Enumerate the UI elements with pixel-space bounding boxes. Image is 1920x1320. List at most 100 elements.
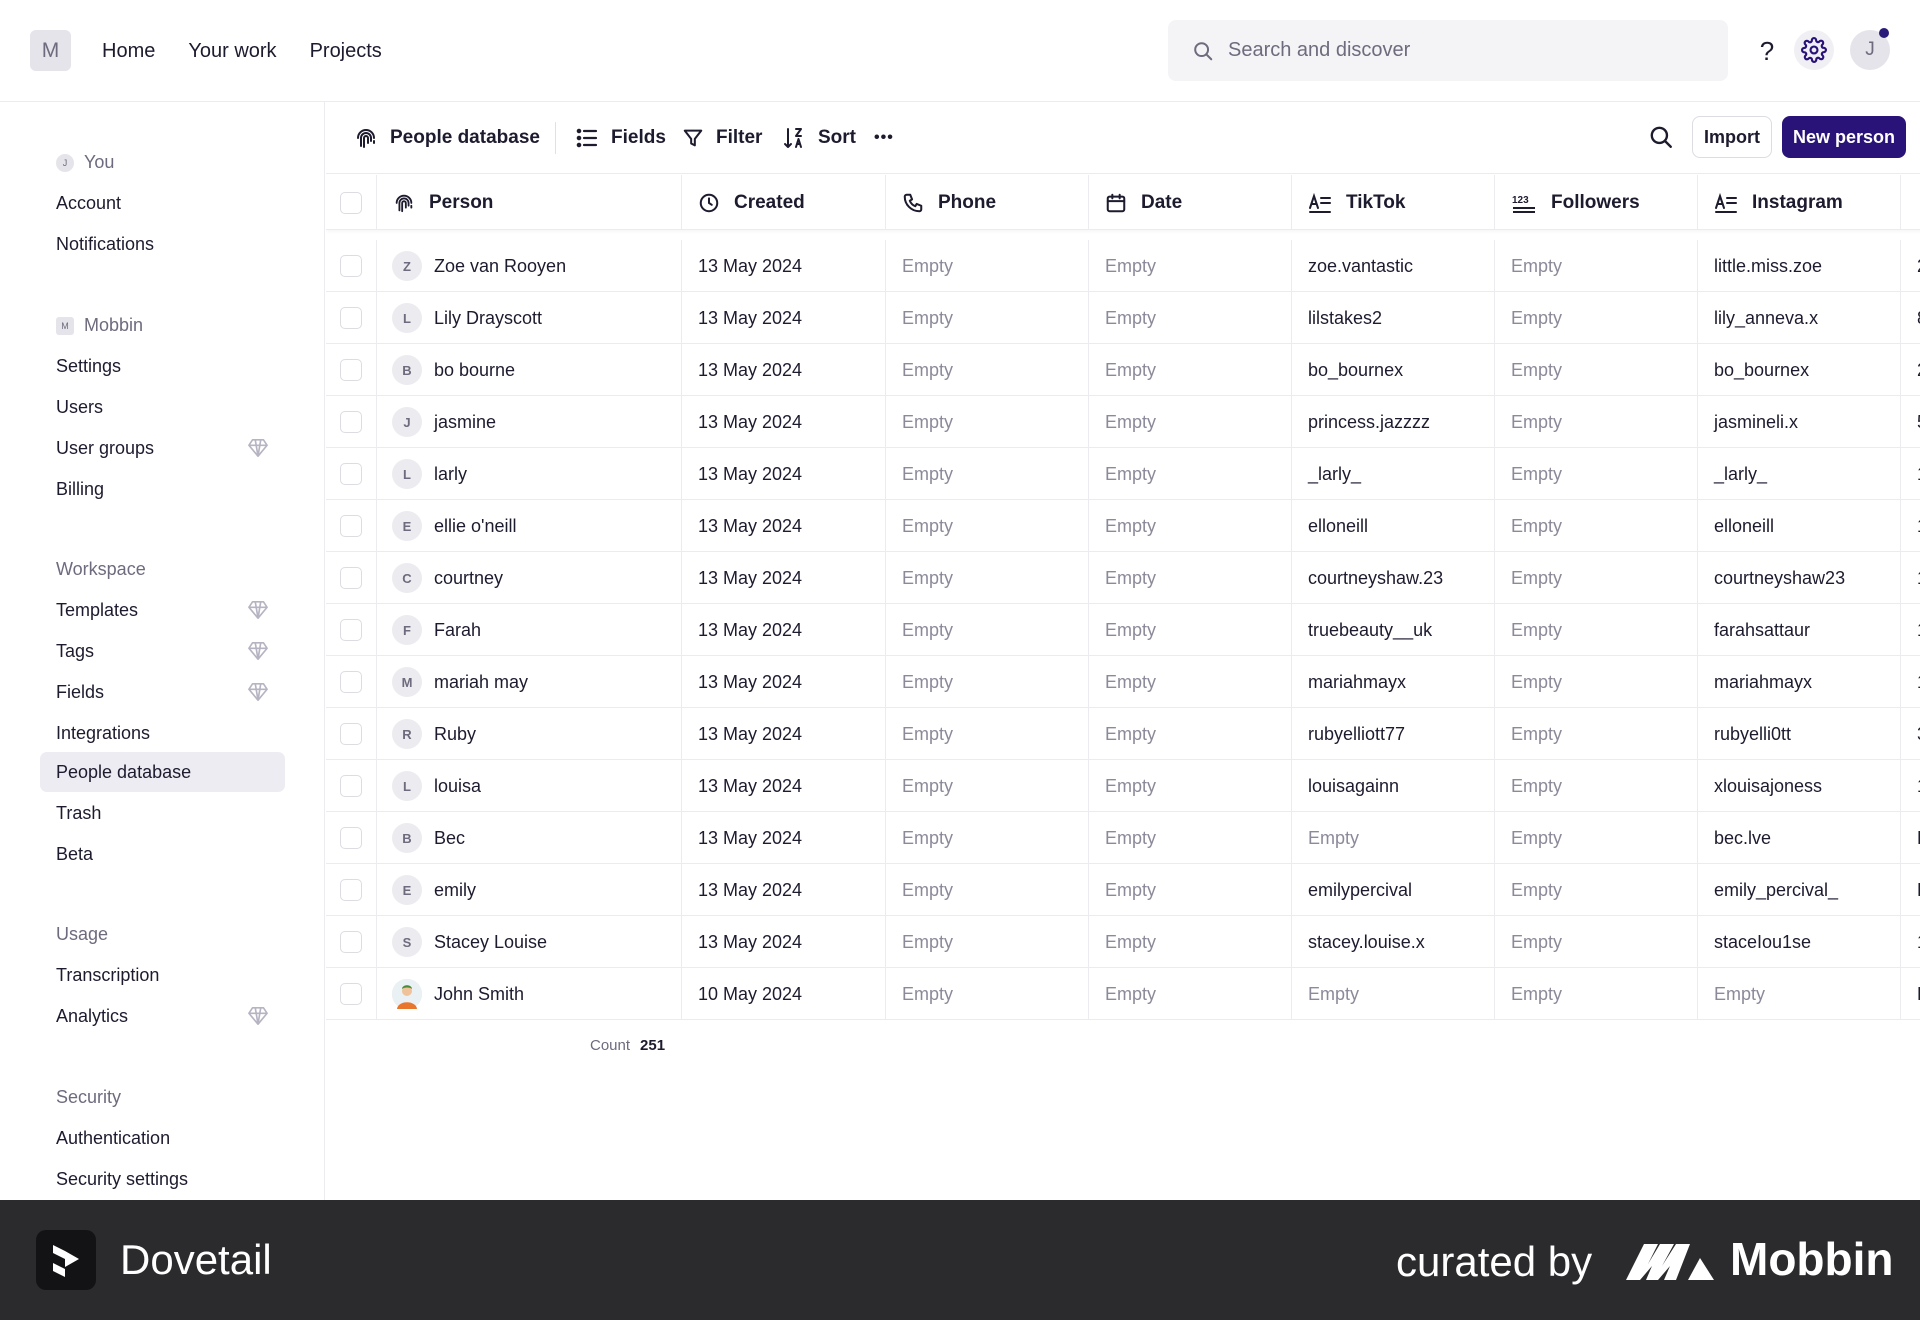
table-row[interactable]: F Farah 13 May 2024 Empty Empty truebeauty__u… xyxy=(326,604,1920,656)
table-row[interactable]: John Smith 10 May 2024 Empty Empty Empty Empt… xyxy=(326,968,1920,1020)
row-checkbox[interactable] xyxy=(340,359,362,381)
cell-person[interactable]: Ccourtney xyxy=(377,552,682,604)
cell-followers[interactable]: Empty xyxy=(1495,968,1698,1020)
cell-phone[interactable]: Empty xyxy=(886,604,1089,656)
row-checkbox[interactable] xyxy=(340,619,362,641)
row-select[interactable] xyxy=(326,812,377,864)
cell-date[interactable]: Empty xyxy=(1089,396,1292,448)
search-icon[interactable] xyxy=(1648,124,1674,150)
cell-date[interactable]: Empty xyxy=(1089,344,1292,396)
row-checkbox[interactable] xyxy=(340,411,362,433)
cell-instagram[interactable]: emily_percival_ xyxy=(1698,864,1901,916)
row-checkbox[interactable] xyxy=(340,255,362,277)
row-select[interactable] xyxy=(326,760,377,812)
table-row[interactable]: B Bec 13 May 2024 Empty Empty Empty Empty bec.l… xyxy=(326,812,1920,864)
cell-phone[interactable]: Empty xyxy=(886,552,1089,604)
cell-instagram[interactable]: little.miss.zoe xyxy=(1698,240,1901,292)
cell-created[interactable]: 13 May 2024 xyxy=(682,552,886,604)
sidebar-item-integrations[interactable]: Integrations xyxy=(40,713,285,753)
row-select[interactable] xyxy=(326,968,377,1020)
cell-overflow[interactable]: 8 xyxy=(1901,292,1920,344)
cell-created[interactable]: 13 May 2024 xyxy=(682,292,886,344)
sidebar-item-people-database[interactable]: People database xyxy=(40,752,285,792)
cell-created[interactable]: 13 May 2024 xyxy=(682,656,886,708)
cell-tiktok[interactable]: louisagainn xyxy=(1292,760,1495,812)
column-header-overflow[interactable] xyxy=(1901,175,1920,230)
cell-phone[interactable]: Empty xyxy=(886,708,1089,760)
row-select[interactable] xyxy=(326,864,377,916)
cell-overflow[interactable]: E xyxy=(1901,968,1920,1020)
settings-button[interactable] xyxy=(1794,30,1834,70)
row-checkbox[interactable] xyxy=(340,879,362,901)
column-header-created[interactable]: Created xyxy=(682,175,886,230)
row-select[interactable] xyxy=(326,292,377,344)
sidebar-item-authentication[interactable]: Authentication xyxy=(40,1118,285,1158)
row-select[interactable] xyxy=(326,500,377,552)
cell-date[interactable]: Empty xyxy=(1089,500,1292,552)
cell-created[interactable]: 10 May 2024 xyxy=(682,968,886,1020)
row-select[interactable] xyxy=(326,396,377,448)
table-row[interactable]: Eellie o'neill 13 May 2024 Empty Empty ellon… xyxy=(326,500,1920,552)
cell-instagram[interactable]: Empty xyxy=(1698,968,1901,1020)
cell-tiktok[interactable]: courtneyshaw.23 xyxy=(1292,552,1495,604)
cell-phone[interactable]: Empty xyxy=(886,396,1089,448)
cell-instagram[interactable]: _larly_ xyxy=(1698,448,1901,500)
cell-instagram[interactable]: mariahmayx xyxy=(1698,656,1901,708)
row-checkbox[interactable] xyxy=(340,515,362,537)
cell-followers[interactable]: Empty xyxy=(1495,396,1698,448)
new-person-button[interactable]: New person xyxy=(1782,116,1906,158)
cell-date[interactable]: Empty xyxy=(1089,916,1292,968)
cell-followers[interactable]: Empty xyxy=(1495,344,1698,396)
cell-phone[interactable]: Empty xyxy=(886,760,1089,812)
cell-followers[interactable]: Empty xyxy=(1495,708,1698,760)
cell-tiktok[interactable]: bo_bournex xyxy=(1292,344,1495,396)
column-header-date[interactable]: Date xyxy=(1089,175,1292,230)
import-button[interactable]: Import xyxy=(1692,116,1772,158)
row-checkbox[interactable] xyxy=(340,307,362,329)
cell-followers[interactable]: Empty xyxy=(1495,552,1698,604)
cell-phone[interactable]: Empty xyxy=(886,812,1089,864)
sidebar-item-templates[interactable]: Templates xyxy=(40,590,285,630)
column-header-followers[interactable]: 123 Followers xyxy=(1495,175,1698,230)
cell-phone[interactable]: Empty xyxy=(886,344,1089,396)
row-select[interactable] xyxy=(326,448,377,500)
cell-followers[interactable]: Empty xyxy=(1495,812,1698,864)
row-select[interactable] xyxy=(326,604,377,656)
cell-overflow[interactable]: 1 xyxy=(1901,500,1920,552)
cell-created[interactable]: 13 May 2024 xyxy=(682,240,886,292)
cell-tiktok[interactable]: princess.jazzzz xyxy=(1292,396,1495,448)
cell-date[interactable]: Empty xyxy=(1089,240,1292,292)
table-row[interactable]: Llarly 13 May 2024 Empty Empty _larly_ Empty _… xyxy=(326,448,1920,500)
cell-person[interactable]: R Ruby xyxy=(377,708,682,760)
cell-tiktok[interactable]: emilypercival xyxy=(1292,864,1495,916)
table-row[interactable]: Z Zoe van Rooyen 13 May 2024 Empty Empty zoe.… xyxy=(326,240,1920,292)
cell-date[interactable]: Empty xyxy=(1089,448,1292,500)
row-checkbox[interactable] xyxy=(340,671,362,693)
cell-phone[interactable]: Empty xyxy=(886,292,1089,344)
cell-person[interactable]: Llarly xyxy=(377,448,682,500)
header-select-all[interactable] xyxy=(326,175,377,230)
cell-tiktok[interactable]: rubyelliott77 xyxy=(1292,708,1495,760)
row-select[interactable] xyxy=(326,552,377,604)
select-all-checkbox[interactable] xyxy=(340,191,362,214)
table-row[interactable]: R Ruby 13 May 2024 Empty Empty rubyelliott77 E… xyxy=(326,708,1920,760)
cell-instagram[interactable]: staceIou1se xyxy=(1698,916,1901,968)
cell-date[interactable]: Empty xyxy=(1089,604,1292,656)
global-search-input[interactable] xyxy=(1228,39,1688,62)
cell-overflow[interactable]: 2 xyxy=(1901,344,1920,396)
cell-date[interactable]: Empty xyxy=(1089,968,1292,1020)
table-row[interactable]: Llouisa 13 May 2024 Empty Empty louisagainn E… xyxy=(326,760,1920,812)
table-row[interactable]: Eemily 13 May 2024 Empty Empty emilypercival… xyxy=(326,864,1920,916)
cell-overflow[interactable]: 1 xyxy=(1901,604,1920,656)
cell-followers[interactable]: Empty xyxy=(1495,760,1698,812)
cell-instagram[interactable]: jasmineli.x xyxy=(1698,396,1901,448)
cell-tiktok[interactable]: lilstakes2 xyxy=(1292,292,1495,344)
sidebar-item-tags[interactable]: Tags xyxy=(40,631,285,671)
cell-tiktok[interactable]: Empty xyxy=(1292,968,1495,1020)
cell-tiktok[interactable]: stacey.louise.x xyxy=(1292,916,1495,968)
cell-person[interactable]: L Lily Drayscott xyxy=(377,292,682,344)
cell-created[interactable]: 13 May 2024 xyxy=(682,916,886,968)
cell-created[interactable]: 13 May 2024 xyxy=(682,396,886,448)
cell-tiktok[interactable]: elloneill xyxy=(1292,500,1495,552)
cell-person[interactable]: Llouisa xyxy=(377,760,682,812)
